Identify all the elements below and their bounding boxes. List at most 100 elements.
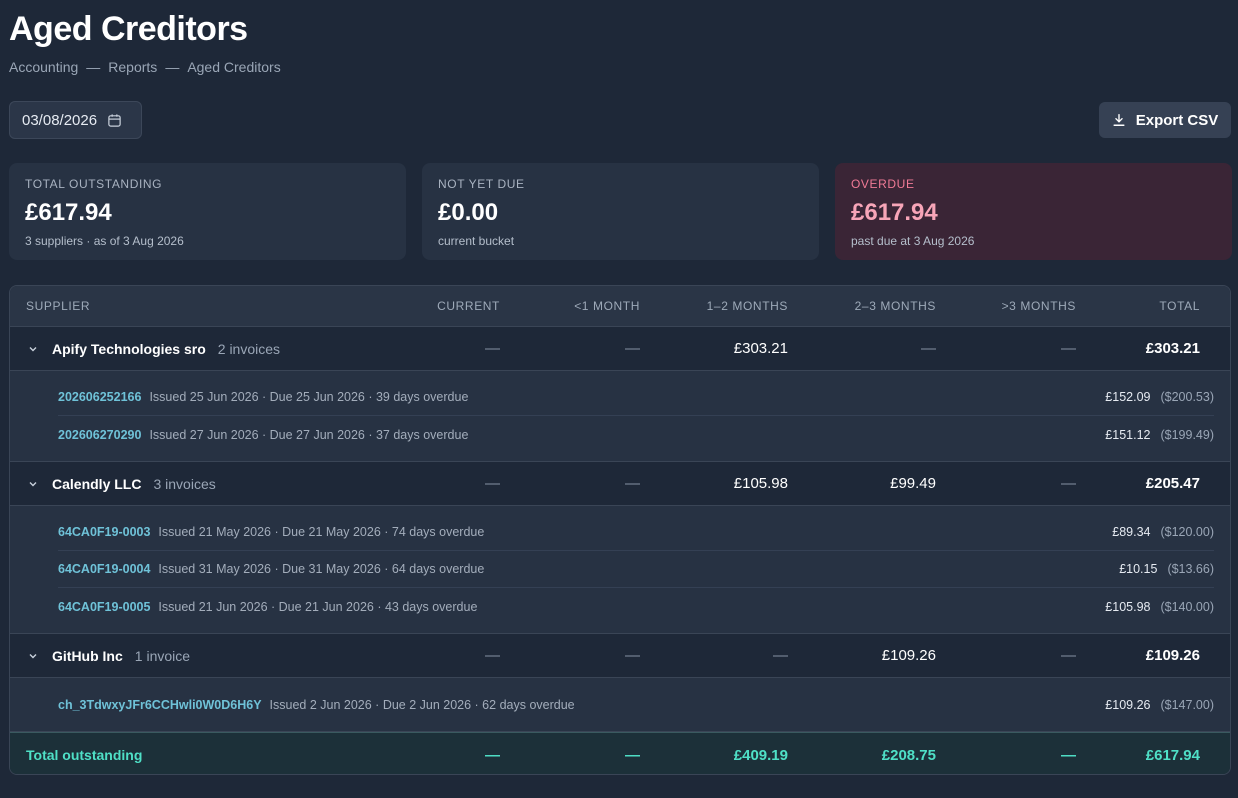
- chevron-down-icon[interactable]: [28, 651, 38, 661]
- invoice-amount: £152.09: [1105, 390, 1151, 404]
- cell-total: £109.26: [1145, 647, 1200, 664]
- invoice-row: ch_3TdwxyJFr6CCHwli0W0D6H6Y Issued 2 Jun…: [58, 686, 1214, 723]
- invoice-id-link[interactable]: 202606270290: [58, 428, 141, 442]
- chevron-down-icon[interactable]: [28, 479, 38, 489]
- invoice-row: 64CA0F19-0004 Issued 31 May 2026 · Due 3…: [58, 551, 1214, 588]
- breadcrumb-accounting[interactable]: Accounting: [9, 59, 78, 75]
- invoice-meta: Issued 21 Jun 2026 · Due 21 Jun 2026 · 4…: [158, 599, 478, 614]
- invoice-amount: £109.26: [1105, 697, 1151, 712]
- invoice-row: 64CA0F19-0003 Issued 21 May 2026 · Due 2…: [58, 514, 1214, 551]
- card-sub: current bucket: [438, 234, 515, 248]
- export-csv-button[interactable]: Export CSV: [1099, 102, 1231, 138]
- col-header-current: CURRENT: [437, 299, 500, 313]
- invoice-meta: Issued 31 May 2026 · Due 31 May 2026 · 6…: [158, 562, 485, 576]
- col-header-2-3: 2–3 MONTHS: [854, 299, 936, 313]
- invoice-id-link[interactable]: 64CA0F19-0005: [58, 600, 150, 614]
- cell-1-2: —: [773, 647, 788, 664]
- card-total-outstanding: TOTAL OUTSTANDING £617.94 3 suppliers · …: [9, 163, 406, 260]
- invoice-meta: Issued 25 Jun 2026 · Due 25 Jun 2026 · 3…: [149, 390, 469, 404]
- invoice-row: 202606270290 Issued 27 Jun 2026 · Due 27…: [58, 416, 1214, 453]
- invoice-meta: Issued 27 Jun 2026 · Due 27 Jun 2026 · 3…: [149, 427, 469, 442]
- card-not-yet-due: NOT YET DUE £0.00 current bucket: [422, 163, 819, 260]
- calendar-icon: [108, 113, 121, 127]
- cell-current: —: [485, 475, 500, 492]
- cell-1-2: £303.21: [733, 340, 788, 357]
- col-header-gt3: >3 MONTHS: [1001, 299, 1076, 313]
- card-value: £617.94: [25, 199, 112, 226]
- chevron-down-icon[interactable]: [28, 344, 38, 354]
- invoice-list: ch_3TdwxyJFr6CCHwli0W0D6H6Y Issued 2 Jun…: [10, 678, 1230, 732]
- invoice-row: 64CA0F19-0005 Issued 21 Jun 2026 · Due 2…: [58, 588, 1214, 625]
- date-picker[interactable]: 03/08/2026: [9, 101, 142, 139]
- invoice-id-link[interactable]: 202606252166: [58, 390, 141, 404]
- invoice-list: 202606252166 Issued 25 Jun 2026 · Due 25…: [10, 371, 1230, 462]
- footer-lt1: —: [625, 746, 640, 764]
- col-header-1-2: 1–2 MONTHS: [706, 299, 788, 313]
- footer-label: Total outstanding: [26, 747, 143, 763]
- invoice-meta: Issued 2 Jun 2026 · Due 2 Jun 2026 · 62 …: [269, 697, 575, 712]
- card-sub: past due at 3 Aug 2026: [851, 234, 975, 248]
- invoice-amount: £10.15: [1119, 562, 1158, 576]
- supplier-name: Calendly LLC: [52, 475, 142, 492]
- col-header-lt1: <1 MONTH: [574, 299, 640, 313]
- card-label: NOT YET DUE: [438, 177, 525, 191]
- cell-gt3: —: [1061, 475, 1076, 492]
- breadcrumb-reports[interactable]: Reports: [108, 59, 157, 75]
- cell-lt1: —: [625, 475, 640, 492]
- col-header-supplier: SUPPLIER: [26, 299, 91, 313]
- cell-gt3: —: [1061, 340, 1076, 357]
- invoice-id-link[interactable]: 64CA0F19-0004: [58, 562, 150, 576]
- aged-creditors-table: SUPPLIER CURRENT <1 MONTH 1–2 MONTHS 2–3…: [9, 285, 1231, 775]
- cell-2-3: £99.49: [890, 475, 936, 492]
- invoice-usd: ($200.53): [1160, 390, 1214, 404]
- invoice-usd: ($147.00): [1160, 697, 1214, 712]
- supplier-row-apify[interactable]: Apify Technologies sro 2 invoices — — £3…: [10, 327, 1230, 371]
- card-label: TOTAL OUTSTANDING: [25, 177, 163, 191]
- card-value: £617.94: [851, 199, 938, 226]
- supplier-row-github[interactable]: GitHub Inc 1 invoice — — — £109.26 — £10…: [10, 634, 1230, 678]
- footer-gt3: —: [1061, 746, 1076, 764]
- invoice-id-link[interactable]: ch_3TdwxyJFr6CCHwli0W0D6H6Y: [58, 698, 262, 712]
- table-footer-total: Total outstanding — — £409.19 £208.75 — …: [10, 732, 1230, 774]
- page-title: Aged Creditors: [9, 10, 248, 48]
- invoice-count: 3 invoices: [153, 475, 216, 492]
- invoice-usd: ($140.00): [1160, 599, 1214, 614]
- cell-1-2: £105.98: [733, 475, 788, 492]
- supplier-name: Apify Technologies sro: [52, 340, 206, 357]
- card-value: £0.00: [438, 199, 499, 226]
- invoice-amount: £105.98: [1105, 599, 1151, 614]
- card-sub: 3 suppliers · as of 3 Aug 2026: [25, 234, 184, 248]
- cell-2-3: £109.26: [881, 647, 936, 664]
- card-label: OVERDUE: [851, 177, 915, 191]
- table-header: SUPPLIER CURRENT <1 MONTH 1–2 MONTHS 2–3…: [10, 286, 1230, 327]
- cell-lt1: —: [625, 340, 640, 357]
- download-icon: [1113, 114, 1125, 126]
- invoice-row: 202606252166 Issued 25 Jun 2026 · Due 25…: [58, 379, 1214, 416]
- cell-current: —: [485, 340, 500, 357]
- invoice-usd: ($120.00): [1160, 525, 1214, 539]
- invoice-count: 1 invoice: [134, 647, 191, 664]
- card-overdue: OVERDUE £617.94 past due at 3 Aug 2026: [835, 163, 1232, 260]
- col-header-total: TOTAL: [1159, 299, 1200, 313]
- cell-lt1: —: [625, 647, 640, 664]
- export-csv-label: Export CSV: [1135, 111, 1219, 129]
- breadcrumb-separator: —: [86, 59, 101, 75]
- supplier-row-calendly[interactable]: Calendly LLC 3 invoices — — £105.98 £99.…: [10, 462, 1230, 506]
- cell-total: £303.21: [1145, 340, 1200, 357]
- cell-2-3: —: [921, 340, 936, 357]
- cell-current: —: [485, 647, 500, 664]
- footer-total: £617.94: [1145, 746, 1200, 764]
- footer-1-2: £409.19: [733, 746, 788, 764]
- invoice-amount: £151.12: [1105, 427, 1151, 442]
- invoice-usd: ($199.49): [1160, 427, 1214, 442]
- footer-2-3: £208.75: [881, 746, 936, 764]
- invoice-list: 64CA0F19-0003 Issued 21 May 2026 · Due 2…: [10, 506, 1230, 634]
- cell-gt3: —: [1061, 647, 1076, 664]
- breadcrumb-separator: —: [165, 59, 180, 75]
- supplier-name: GitHub Inc: [52, 647, 123, 664]
- invoice-id-link[interactable]: 64CA0F19-0003: [58, 525, 150, 539]
- breadcrumb-aged-creditors: Aged Creditors: [187, 59, 281, 75]
- invoice-usd: ($13.66): [1167, 562, 1214, 576]
- invoice-meta: Issued 21 May 2026 · Due 21 May 2026 · 7…: [158, 525, 485, 539]
- breadcrumb: Accounting — Reports — Aged Creditors: [9, 59, 281, 75]
